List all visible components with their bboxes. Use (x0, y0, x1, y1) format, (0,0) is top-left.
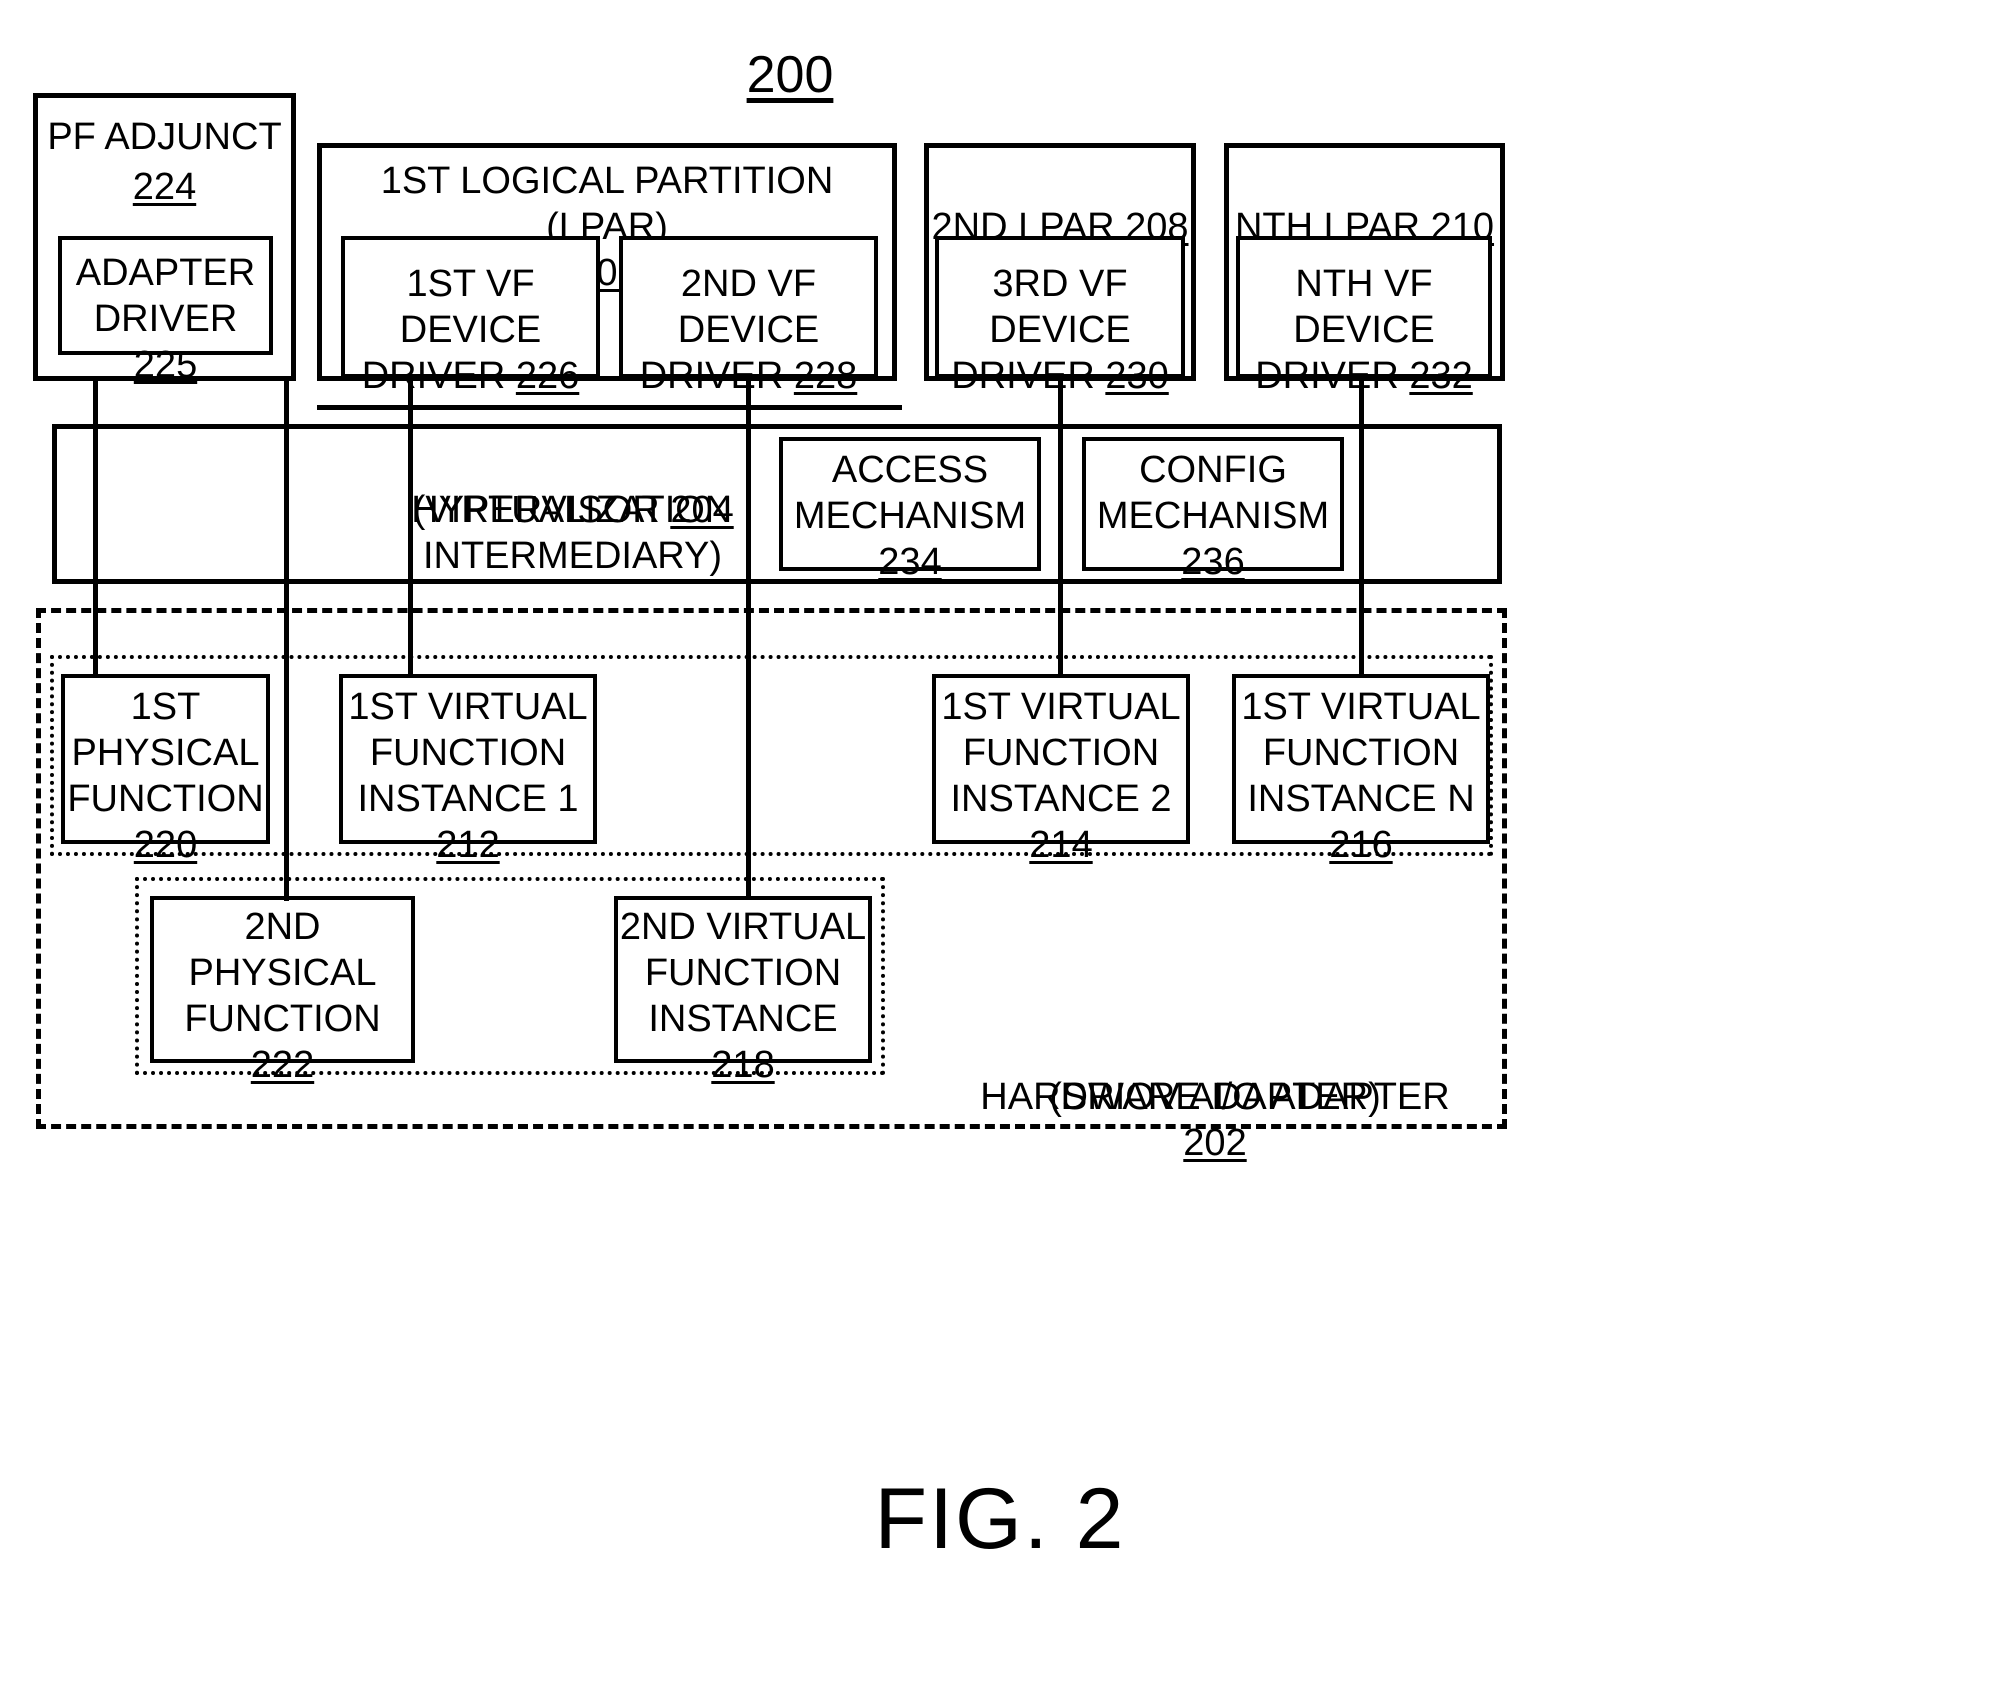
vf-driver-230-label: 3RD VF DEVICE DRIVER 230 (939, 215, 1181, 399)
vf-driver-230-ref: 230 (1105, 355, 1169, 397)
virtual-function-instance-box-218: 2ND VIRTUAL FUNCTION INSTANCE 218 (614, 896, 872, 1086)
access-mechanism-ref: 234 (878, 541, 942, 583)
virtual-function-216-label: 1ST VIRTUAL FUNCTION INSTANCE N (1241, 686, 1481, 820)
access-mechanism-box: ACCESS MECHANISM 234 (779, 437, 1041, 583)
physical-function-220-label: 1ST PHYSICAL FUNCTION (67, 686, 264, 820)
access-mechanism-label: ACCESS MECHANISM (793, 449, 1027, 537)
vf-driver-226-ref: 226 (515, 355, 580, 397)
physical-function-222-label: 2ND PHYSICAL FUNCTION (184, 906, 381, 1040)
vf-driver-230-text: 3RD VF DEVICE DRIVER (951, 263, 1131, 397)
adapter-driver-text: ADAPTER DRIVER (75, 251, 256, 340)
virtual-function-216-ref: 216 (1329, 824, 1393, 866)
figure-caption: FIG. 2 (874, 1471, 1126, 1567)
virtual-function-instance-box-214: 1ST VIRTUAL FUNCTION INSTANCE 2 214 (932, 674, 1190, 866)
vf-driver-box-230: 3RD VF DEVICE DRIVER 230 (935, 236, 1185, 397)
hardware-io-adapter-ref: 202 (1183, 1122, 1247, 1164)
physical-function-box-222: 2ND PHYSICAL FUNCTION 222 (150, 896, 415, 1086)
vf-driver-box-228: 2ND VF DEVICE DRIVER 228 (619, 236, 878, 397)
vf-driver-228-label: 2ND VF DEVICE DRIVER 228 (623, 215, 874, 399)
physical-function-box-220: 1ST PHYSICAL FUNCTION 220 (61, 674, 270, 866)
vf-driver-226-label: 1ST VF DEVICE DRIVER 226 (345, 215, 596, 399)
hypervisor-subtitle: (VIRTUALIZATION INTERMEDIARY) (412, 489, 733, 577)
vf-driver-232-ref: 232 (1409, 355, 1473, 397)
virtual-function-212-label: 1ST VIRTUAL FUNCTION INSTANCE 1 (348, 686, 588, 820)
connector-driver226-to-vf212 (408, 378, 413, 678)
virtual-function-218-label: 2ND VIRTUAL FUNCTION INSTANCE (619, 906, 867, 1040)
config-mechanism-label: CONFIG MECHANISM (1096, 449, 1330, 537)
virtual-function-218-ref: 218 (711, 1044, 775, 1086)
physical-function-222-ref: 222 (250, 1044, 315, 1086)
virtual-function-212-ref: 212 (436, 824, 500, 866)
vf-driver-232-text: NTH VF DEVICE DRIVER (1255, 263, 1435, 397)
connector-adjunct-to-pf220 (93, 381, 98, 678)
vf-driver-226-text: 1ST VF DEVICE DRIVER (361, 263, 542, 397)
virtual-function-214-label: 1ST VIRTUAL FUNCTION INSTANCE 2 (941, 686, 1181, 820)
vf-driver-box-226: 1ST VF DEVICE DRIVER 226 (341, 236, 600, 397)
figure-number: 200 (746, 46, 834, 104)
vf-driver-228-text: 2ND VF DEVICE DRIVER (639, 263, 820, 397)
virtual-function-214-ref: 214 (1029, 824, 1093, 866)
physical-function-220-ref: 220 (133, 824, 198, 866)
virtual-function-instance-box-216: 1ST VIRTUAL FUNCTION INSTANCE N 216 (1232, 674, 1490, 866)
hardware-io-adapter-subtitle: (SRIOV ADAPTER) (1049, 1076, 1381, 1118)
vf-driver-232-label: NTH VF DEVICE DRIVER 232 (1240, 215, 1488, 399)
connector-driver228-to-vf218 (746, 378, 751, 900)
config-mechanism-ref: 236 (1181, 541, 1245, 583)
adapter-driver-ref: 225 (133, 343, 198, 386)
connector-driver230-to-vf214 (1058, 378, 1063, 678)
pf-adjunct-title: PF ADJUNCT (47, 116, 282, 158)
connector-stub-lpar1-bottom (317, 405, 902, 410)
figure-canvas: 200 PF ADJUNCT 224 ADAPTER DRIVER 225 1S… (0, 0, 1991, 1701)
vf-driver-box-232: NTH VF DEVICE DRIVER 232 (1236, 236, 1492, 397)
adapter-driver-label: ADAPTER DRIVER 225 (62, 204, 269, 388)
config-mechanism-box: CONFIG MECHANISM 236 (1082, 437, 1344, 583)
connector-driver232-to-vf216 (1359, 378, 1364, 678)
adapter-driver-box: ADAPTER DRIVER 225 (58, 236, 273, 386)
virtual-function-instance-box-212: 1ST VIRTUAL FUNCTION INSTANCE 1 212 (339, 674, 597, 866)
vf-driver-228-ref: 228 (793, 355, 858, 397)
connector-adjunct-to-pf222 (284, 381, 289, 901)
